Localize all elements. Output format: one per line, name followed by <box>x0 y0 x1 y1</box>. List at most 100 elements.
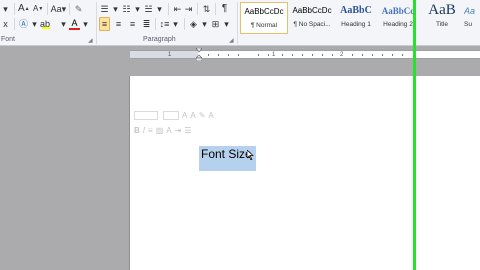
font-row-2: x Ⓐ ▾ ab ▾ A ▾ <box>0 17 91 31</box>
style-no-spacing[interactable]: AaBbCcDc ¶ No Spaci... <box>288 2 336 34</box>
ruler-tick <box>258 54 259 56</box>
style-title[interactable]: AaB Title <box>418 2 466 34</box>
separator <box>215 3 216 15</box>
style-name: Heading 1 <box>341 21 371 28</box>
mini-grow-icon[interactable]: A <box>182 111 187 120</box>
show-formatting-icon[interactable]: ¶ <box>219 2 230 16</box>
separator <box>14 18 15 30</box>
separator <box>197 3 198 15</box>
mini-color-icon[interactable]: A <box>166 126 171 135</box>
shrink-font-button[interactable]: A ▼ <box>33 2 44 16</box>
ruler-tick <box>228 54 229 56</box>
ruler-tick <box>332 54 333 56</box>
style-heading-1[interactable]: AaBbC Heading 1 <box>332 2 380 34</box>
align-right-icon[interactable]: ≡ <box>127 17 138 31</box>
style-name: ¶ Normal <box>250 22 278 29</box>
bullets-icon[interactable]: ☰ <box>99 2 110 16</box>
dropdown-arrow-icon[interactable]: ▾ <box>29 17 40 31</box>
document-page[interactable] <box>129 76 480 270</box>
mini-size-box[interactable] <box>163 110 179 120</box>
font-row-1: ▾ A ▲ A ▼ Aa ▾ ✎ <box>0 2 84 16</box>
font-group-label: Font <box>1 36 16 43</box>
dropdown-arrow-icon[interactable]: ▾ <box>170 17 181 31</box>
separator <box>155 18 156 30</box>
dropdown-arrow-icon[interactable]: ▾ <box>154 2 165 16</box>
ruler-tick <box>322 54 323 56</box>
change-case-button[interactable]: Aa ▾ <box>51 2 67 16</box>
style-subtitle[interactable]: Aa Su <box>464 2 480 34</box>
numbering-icon[interactable]: ☷ <box>121 2 132 16</box>
dropdown-arrow-icon[interactable]: ▾ <box>0 2 11 16</box>
align-center-icon[interactable]: ≡ <box>113 17 124 31</box>
indent-marker-icon[interactable] <box>196 48 202 61</box>
paragraph-row-2: ≡ ≡ ≡ ≣ ↕≡ ▾ ◈ ▾ ⊞ ▾ <box>99 17 232 31</box>
dropdown-arrow-icon[interactable]: ▾ <box>132 2 143 16</box>
mini-center-icon[interactable]: ≡ <box>148 126 153 135</box>
align-left-icon[interactable]: ≡ <box>99 17 110 31</box>
mini-bullets-icon[interactable]: ☰ <box>184 126 191 135</box>
ruler-tick <box>302 54 303 56</box>
borders-icon[interactable]: ⊞ <box>210 17 221 31</box>
ruler-tick <box>382 54 383 56</box>
decrease-indent-icon[interactable]: ⇤ <box>172 2 183 16</box>
ruler-tick <box>218 54 219 56</box>
horizontal-ruler[interactable]: 1 2 <box>198 50 480 59</box>
mini-bold-icon[interactable]: B <box>134 126 140 135</box>
style-preview: AaBbCcDc <box>292 6 332 15</box>
font-color-icon[interactable]: A <box>69 18 81 30</box>
ruler-number: 2 <box>340 52 344 58</box>
ruler-tick <box>392 54 393 56</box>
dropdown-arrow-icon[interactable]: ▾ <box>80 17 91 31</box>
ruler-tick <box>282 54 283 56</box>
mouse-pointer-icon <box>247 150 254 160</box>
style-name: Su <box>464 21 472 28</box>
mini-italic-icon[interactable]: I <box>143 126 145 135</box>
ruler-number: 1 <box>272 52 276 58</box>
mini-highlight-icon[interactable]: ▨ <box>156 126 164 135</box>
mini-indent-icon[interactable]: ⇥ <box>175 126 182 135</box>
mini-toolbar-row-1: A A ✎ A <box>134 109 217 121</box>
separator <box>184 18 185 30</box>
style-preview: Aa <box>464 6 476 16</box>
grow-font-button[interactable]: A ▲ <box>18 2 30 16</box>
ruler-tick <box>362 54 363 56</box>
shading-icon[interactable]: ◈ <box>188 17 199 31</box>
ruler-tick <box>372 54 373 56</box>
ruler-tick <box>268 54 269 56</box>
mini-toolbar-row-2: B I ≡ ▨ A ⇥ ☰ <box>134 124 194 136</box>
mini-shrink-icon[interactable]: A <box>190 111 195 120</box>
separator <box>14 3 15 15</box>
line-spacing-icon[interactable]: ↕≡ <box>159 17 170 31</box>
mini-font-box[interactable] <box>134 110 158 120</box>
dropdown-arrow-icon[interactable]: ▾ <box>221 17 232 31</box>
multilevel-list-icon[interactable]: ☱ <box>143 2 154 16</box>
clear-formatting-icon[interactable]: ✎ <box>73 2 84 16</box>
sort-icon[interactable]: ⇅ <box>201 2 212 16</box>
mini-format-icon[interactable]: ✎ <box>199 111 206 120</box>
ribbon: ▾ A ▲ A ▼ Aa ▾ ✎ x Ⓐ ▾ ab ▾ A ▾ Font ◢ ☰ ▾ … <box>0 0 480 46</box>
change-case-label: Aa <box>50 3 62 14</box>
style-name: Title <box>435 21 449 28</box>
dropdown-arrow-icon[interactable]: ▾ <box>199 17 210 31</box>
ruler-margin <box>130 50 198 59</box>
subscript-icon[interactable]: x <box>0 17 11 31</box>
group-separator <box>96 2 97 44</box>
paragraph-dialog-launcher-icon[interactable]: ◢ <box>229 37 234 44</box>
justify-icon[interactable]: ≣ <box>141 17 152 31</box>
font-dialog-launcher-icon[interactable]: ◢ <box>88 37 93 44</box>
mini-toolbar[interactable]: A A ✎ A B I ≡ ▨ A ⇥ ☰ <box>132 107 252 139</box>
mini-styles-icon[interactable]: A <box>208 111 213 120</box>
style-normal[interactable]: AaBbCcDc ¶ Normal <box>240 2 288 34</box>
dropdown-arrow-icon[interactable]: ▾ <box>110 2 121 16</box>
increase-indent-icon[interactable]: ⇥ <box>183 2 194 16</box>
style-preview: AaBbCcDc <box>244 7 284 16</box>
ruler-number: 1 <box>168 52 172 58</box>
dropdown-arrow-icon[interactable]: ▾ <box>58 17 69 31</box>
highlight-icon[interactable]: ab <box>40 17 58 31</box>
style-name: ¶ No Spaci... <box>293 21 331 28</box>
separator <box>69 3 71 15</box>
selected-text[interactable]: Font Size <box>201 146 252 162</box>
paragraph-group-label: Paragraph <box>143 36 176 43</box>
ruler-tick <box>402 54 403 56</box>
text-effects-icon[interactable]: Ⓐ <box>18 17 29 31</box>
